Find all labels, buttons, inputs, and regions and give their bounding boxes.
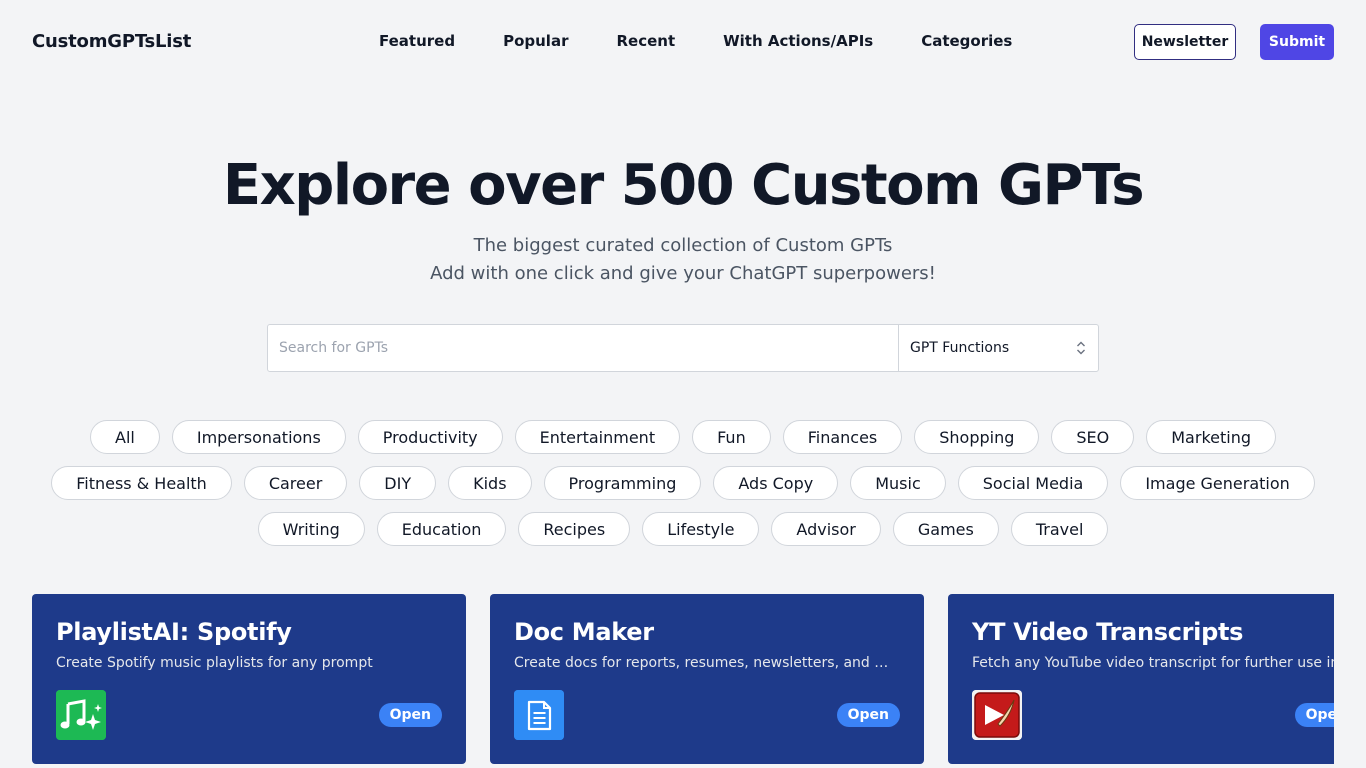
brand-logo[interactable]: CustomGPTsList bbox=[32, 31, 191, 52]
page-title: Explore over 500 Custom GPTs bbox=[222, 153, 1145, 218]
category-pill-advisor[interactable]: Advisor bbox=[771, 512, 881, 546]
category-pill-seo[interactable]: SEO bbox=[1051, 420, 1135, 454]
video-play-icon bbox=[972, 690, 1022, 740]
category-pill-music[interactable]: Music bbox=[850, 466, 946, 500]
document-icon bbox=[514, 690, 564, 740]
gpt-card-list: PlaylistAI: Spotify Create Spotify music… bbox=[32, 594, 1334, 768]
category-pill-social-media[interactable]: Social Media bbox=[957, 466, 1109, 500]
hero-subtitle-line2: Add with one click and give your ChatGPT… bbox=[430, 263, 936, 284]
card-title: PlaylistAI: Spotify bbox=[56, 618, 292, 646]
category-row-2: Fitness & Health Career DIY Kids Program… bbox=[0, 466, 1366, 500]
category-pill-diy[interactable]: DIY bbox=[359, 466, 437, 500]
category-pill-image-generation[interactable]: Image Generation bbox=[1120, 466, 1315, 500]
site-header: CustomGPTsList Featured Popular Recent W… bbox=[0, 0, 1366, 84]
hero-subtitle-line1: The biggest curated collection of Custom… bbox=[473, 235, 893, 256]
category-pill-marketing[interactable]: Marketing bbox=[1146, 420, 1276, 454]
music-sparkle-icon bbox=[56, 690, 106, 740]
gpt-card[interactable]: PlaylistAI: Spotify Create Spotify music… bbox=[32, 594, 466, 764]
category-pill-career[interactable]: Career bbox=[243, 466, 348, 500]
card-title: Doc Maker bbox=[514, 618, 654, 646]
nav-featured[interactable]: Featured bbox=[355, 32, 479, 50]
nav-with-actions-apis[interactable]: With Actions/APIs bbox=[699, 32, 897, 50]
open-button[interactable]: Open bbox=[1294, 703, 1334, 727]
search-bar: GPT Functions bbox=[267, 324, 1099, 372]
card-description: Create Spotify music playlists for any p… bbox=[56, 655, 373, 671]
category-pill-recipes[interactable]: Recipes bbox=[518, 512, 631, 546]
gpt-card[interactable]: Doc Maker Create docs for reports, resum… bbox=[490, 594, 924, 764]
category-pill-all[interactable]: All bbox=[90, 420, 160, 454]
nav-categories[interactable]: Categories bbox=[897, 32, 1036, 50]
category-pill-shopping[interactable]: Shopping bbox=[914, 420, 1040, 454]
card-description: Create docs for reports, resumes, newsle… bbox=[514, 655, 900, 671]
category-pill-writing[interactable]: Writing bbox=[257, 512, 365, 546]
search-input[interactable] bbox=[268, 325, 898, 371]
open-button[interactable]: Open bbox=[836, 703, 900, 727]
category-pill-productivity[interactable]: Productivity bbox=[357, 420, 503, 454]
category-pill-kids[interactable]: Kids bbox=[448, 466, 532, 500]
category-pill-fitness-health[interactable]: Fitness & Health bbox=[51, 466, 232, 500]
gpt-card[interactable]: YT Video Transcripts Fetch any YouTube v… bbox=[948, 594, 1334, 764]
nav-popular[interactable]: Popular bbox=[479, 32, 592, 50]
category-pill-impersonations[interactable]: Impersonations bbox=[171, 420, 346, 454]
card-title: YT Video Transcripts bbox=[972, 618, 1244, 646]
submit-button[interactable]: Submit bbox=[1260, 24, 1334, 60]
open-button[interactable]: Open bbox=[378, 703, 442, 727]
select-value: GPT Functions bbox=[910, 340, 1010, 356]
category-row-1: All Impersonations Productivity Entertai… bbox=[0, 420, 1366, 454]
main-nav: Featured Popular Recent With Actions/API… bbox=[355, 32, 1036, 50]
card-description: Fetch any YouTube video transcript for f… bbox=[972, 655, 1334, 671]
category-pill-finances[interactable]: Finances bbox=[782, 420, 903, 454]
category-pill-games[interactable]: Games bbox=[892, 512, 999, 546]
newsletter-button[interactable]: Newsletter bbox=[1134, 24, 1236, 60]
category-pill-ads-copy[interactable]: Ads Copy bbox=[713, 466, 839, 500]
category-pill-education[interactable]: Education bbox=[376, 512, 507, 546]
category-pill-entertainment[interactable]: Entertainment bbox=[514, 420, 681, 454]
category-pill-travel[interactable]: Travel bbox=[1010, 512, 1109, 546]
up-down-chevron-icon bbox=[1076, 340, 1086, 356]
category-row-3: Writing Education Recipes Lifestyle Advi… bbox=[0, 512, 1366, 546]
category-pill-fun[interactable]: Fun bbox=[692, 420, 771, 454]
nav-recent[interactable]: Recent bbox=[592, 32, 699, 50]
category-pill-lifestyle[interactable]: Lifestyle bbox=[642, 512, 760, 546]
category-pill-programming[interactable]: Programming bbox=[543, 466, 702, 500]
gpt-functions-select[interactable]: GPT Functions bbox=[898, 325, 1098, 371]
